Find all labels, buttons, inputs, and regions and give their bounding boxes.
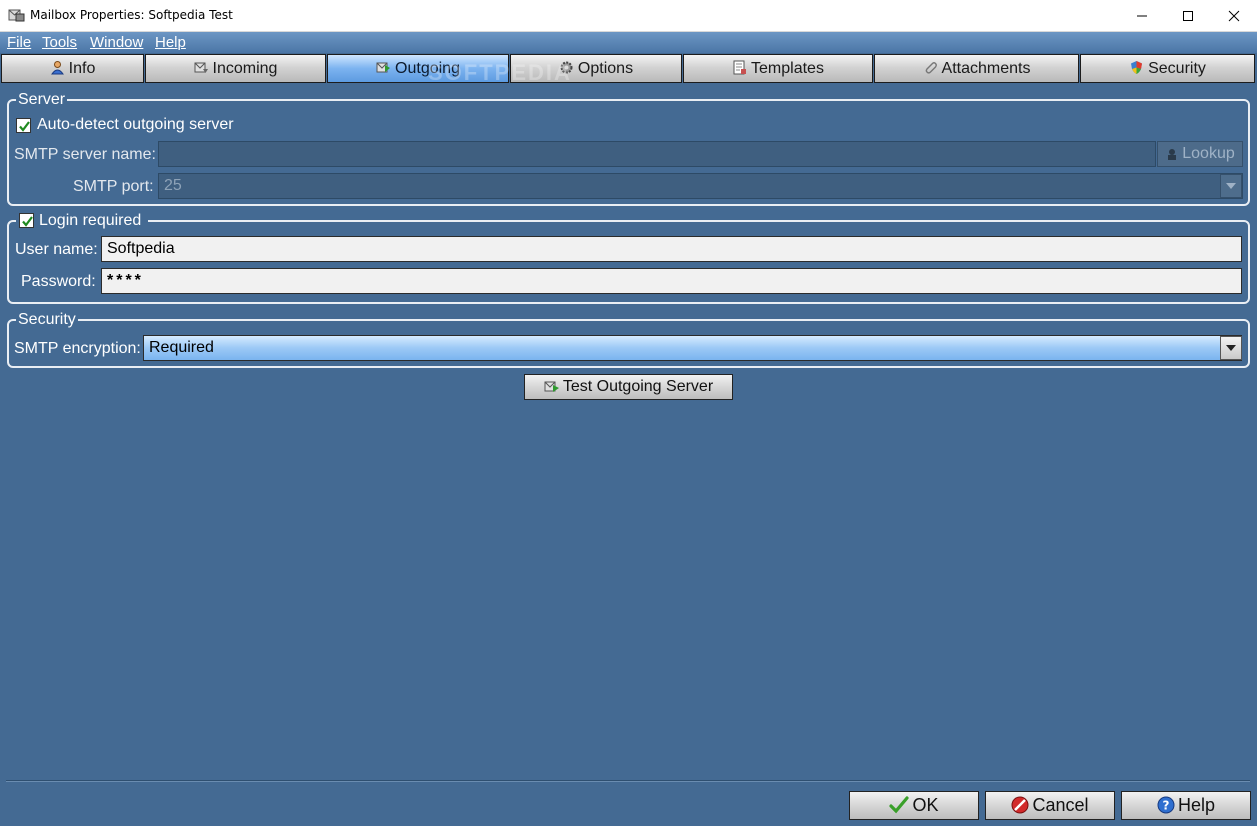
chevron-down-icon [1226, 183, 1236, 189]
smtp-encryption-select[interactable]: Required [143, 335, 1242, 361]
mailbox-app-icon [8, 9, 25, 22]
login-required-checkbox[interactable] [19, 213, 34, 228]
document-icon [733, 60, 747, 75]
tab-strip: Info Incoming Outgoing Options Templates… [0, 53, 1257, 84]
help-icon: ? [1157, 796, 1175, 814]
tab-options[interactable]: Options [510, 54, 682, 83]
outbox-icon [544, 381, 559, 392]
smtp-server-name-input[interactable] [158, 141, 1156, 167]
login-required-label: Login required [39, 212, 142, 229]
cancel-icon [1011, 796, 1029, 814]
test-outgoing-server-button[interactable]: Test Outgoing Server [524, 374, 733, 400]
maximize-icon [1183, 11, 1193, 21]
tab-outgoing[interactable]: Outgoing [327, 54, 509, 83]
menu-help[interactable]: Help [155, 34, 186, 51]
smtp-encryption-dropdown-button[interactable] [1220, 336, 1242, 360]
smtp-encryption-label: SMTP encryption: [14, 340, 141, 357]
menu-file[interactable]: File [7, 34, 31, 51]
checkmark-icon [22, 216, 33, 227]
lookup-button[interactable]: Lookup [1157, 141, 1243, 167]
gear-icon [560, 61, 573, 74]
smtp-server-name-label: SMTP server name: [14, 146, 156, 163]
username-input[interactable]: Softpedia [101, 236, 1242, 262]
autodetect-checkbox[interactable] [16, 118, 31, 133]
autodetect-label: Auto-detect outgoing server [37, 116, 234, 133]
shield-icon [1131, 61, 1143, 74]
tab-templates[interactable]: Templates [683, 54, 873, 83]
ok-button[interactable]: OK [849, 791, 979, 820]
checkmark-icon [889, 796, 910, 814]
help-button[interactable]: ? Help [1121, 791, 1251, 820]
close-icon [1228, 10, 1240, 22]
title-bar: Mailbox Properties: Softpedia Test [0, 0, 1257, 32]
tab-info[interactable]: Info [1, 54, 144, 83]
server-group-legend: Server [16, 91, 68, 109]
minimize-button[interactable] [1119, 0, 1165, 31]
security-group-legend: Security [16, 311, 78, 329]
tab-security[interactable]: Security [1080, 54, 1255, 83]
svg-text:?: ? [1163, 799, 1170, 813]
menu-bar: File Tools Window Help [0, 32, 1257, 53]
window-title: Mailbox Properties: Softpedia Test [30, 8, 233, 22]
lookup-icon [1168, 149, 1177, 160]
inbox-icon [194, 62, 208, 73]
password-label: Password: [21, 273, 96, 290]
password-input[interactable]: **** [101, 268, 1242, 294]
username-label: User name: [15, 241, 98, 258]
minimize-icon [1137, 15, 1147, 17]
smtp-port-label: SMTP port: [73, 178, 154, 195]
close-button[interactable] [1211, 0, 1257, 31]
checkmark-icon [19, 121, 30, 132]
outbox-icon [376, 62, 391, 73]
user-icon [50, 61, 64, 75]
footer-separator [6, 780, 1250, 782]
maximize-button[interactable] [1165, 0, 1211, 31]
tab-attachments[interactable]: Attachments [874, 54, 1079, 83]
chevron-down-icon [1226, 345, 1236, 351]
tab-incoming[interactable]: Incoming [145, 54, 326, 83]
paperclip-icon [925, 62, 937, 74]
menu-tools[interactable]: Tools [42, 34, 77, 51]
menu-window[interactable]: Window [90, 34, 143, 51]
cancel-button[interactable]: Cancel [985, 791, 1115, 820]
smtp-port-dropdown-button[interactable] [1220, 174, 1242, 198]
smtp-port-combo[interactable]: 25 [158, 173, 1243, 199]
